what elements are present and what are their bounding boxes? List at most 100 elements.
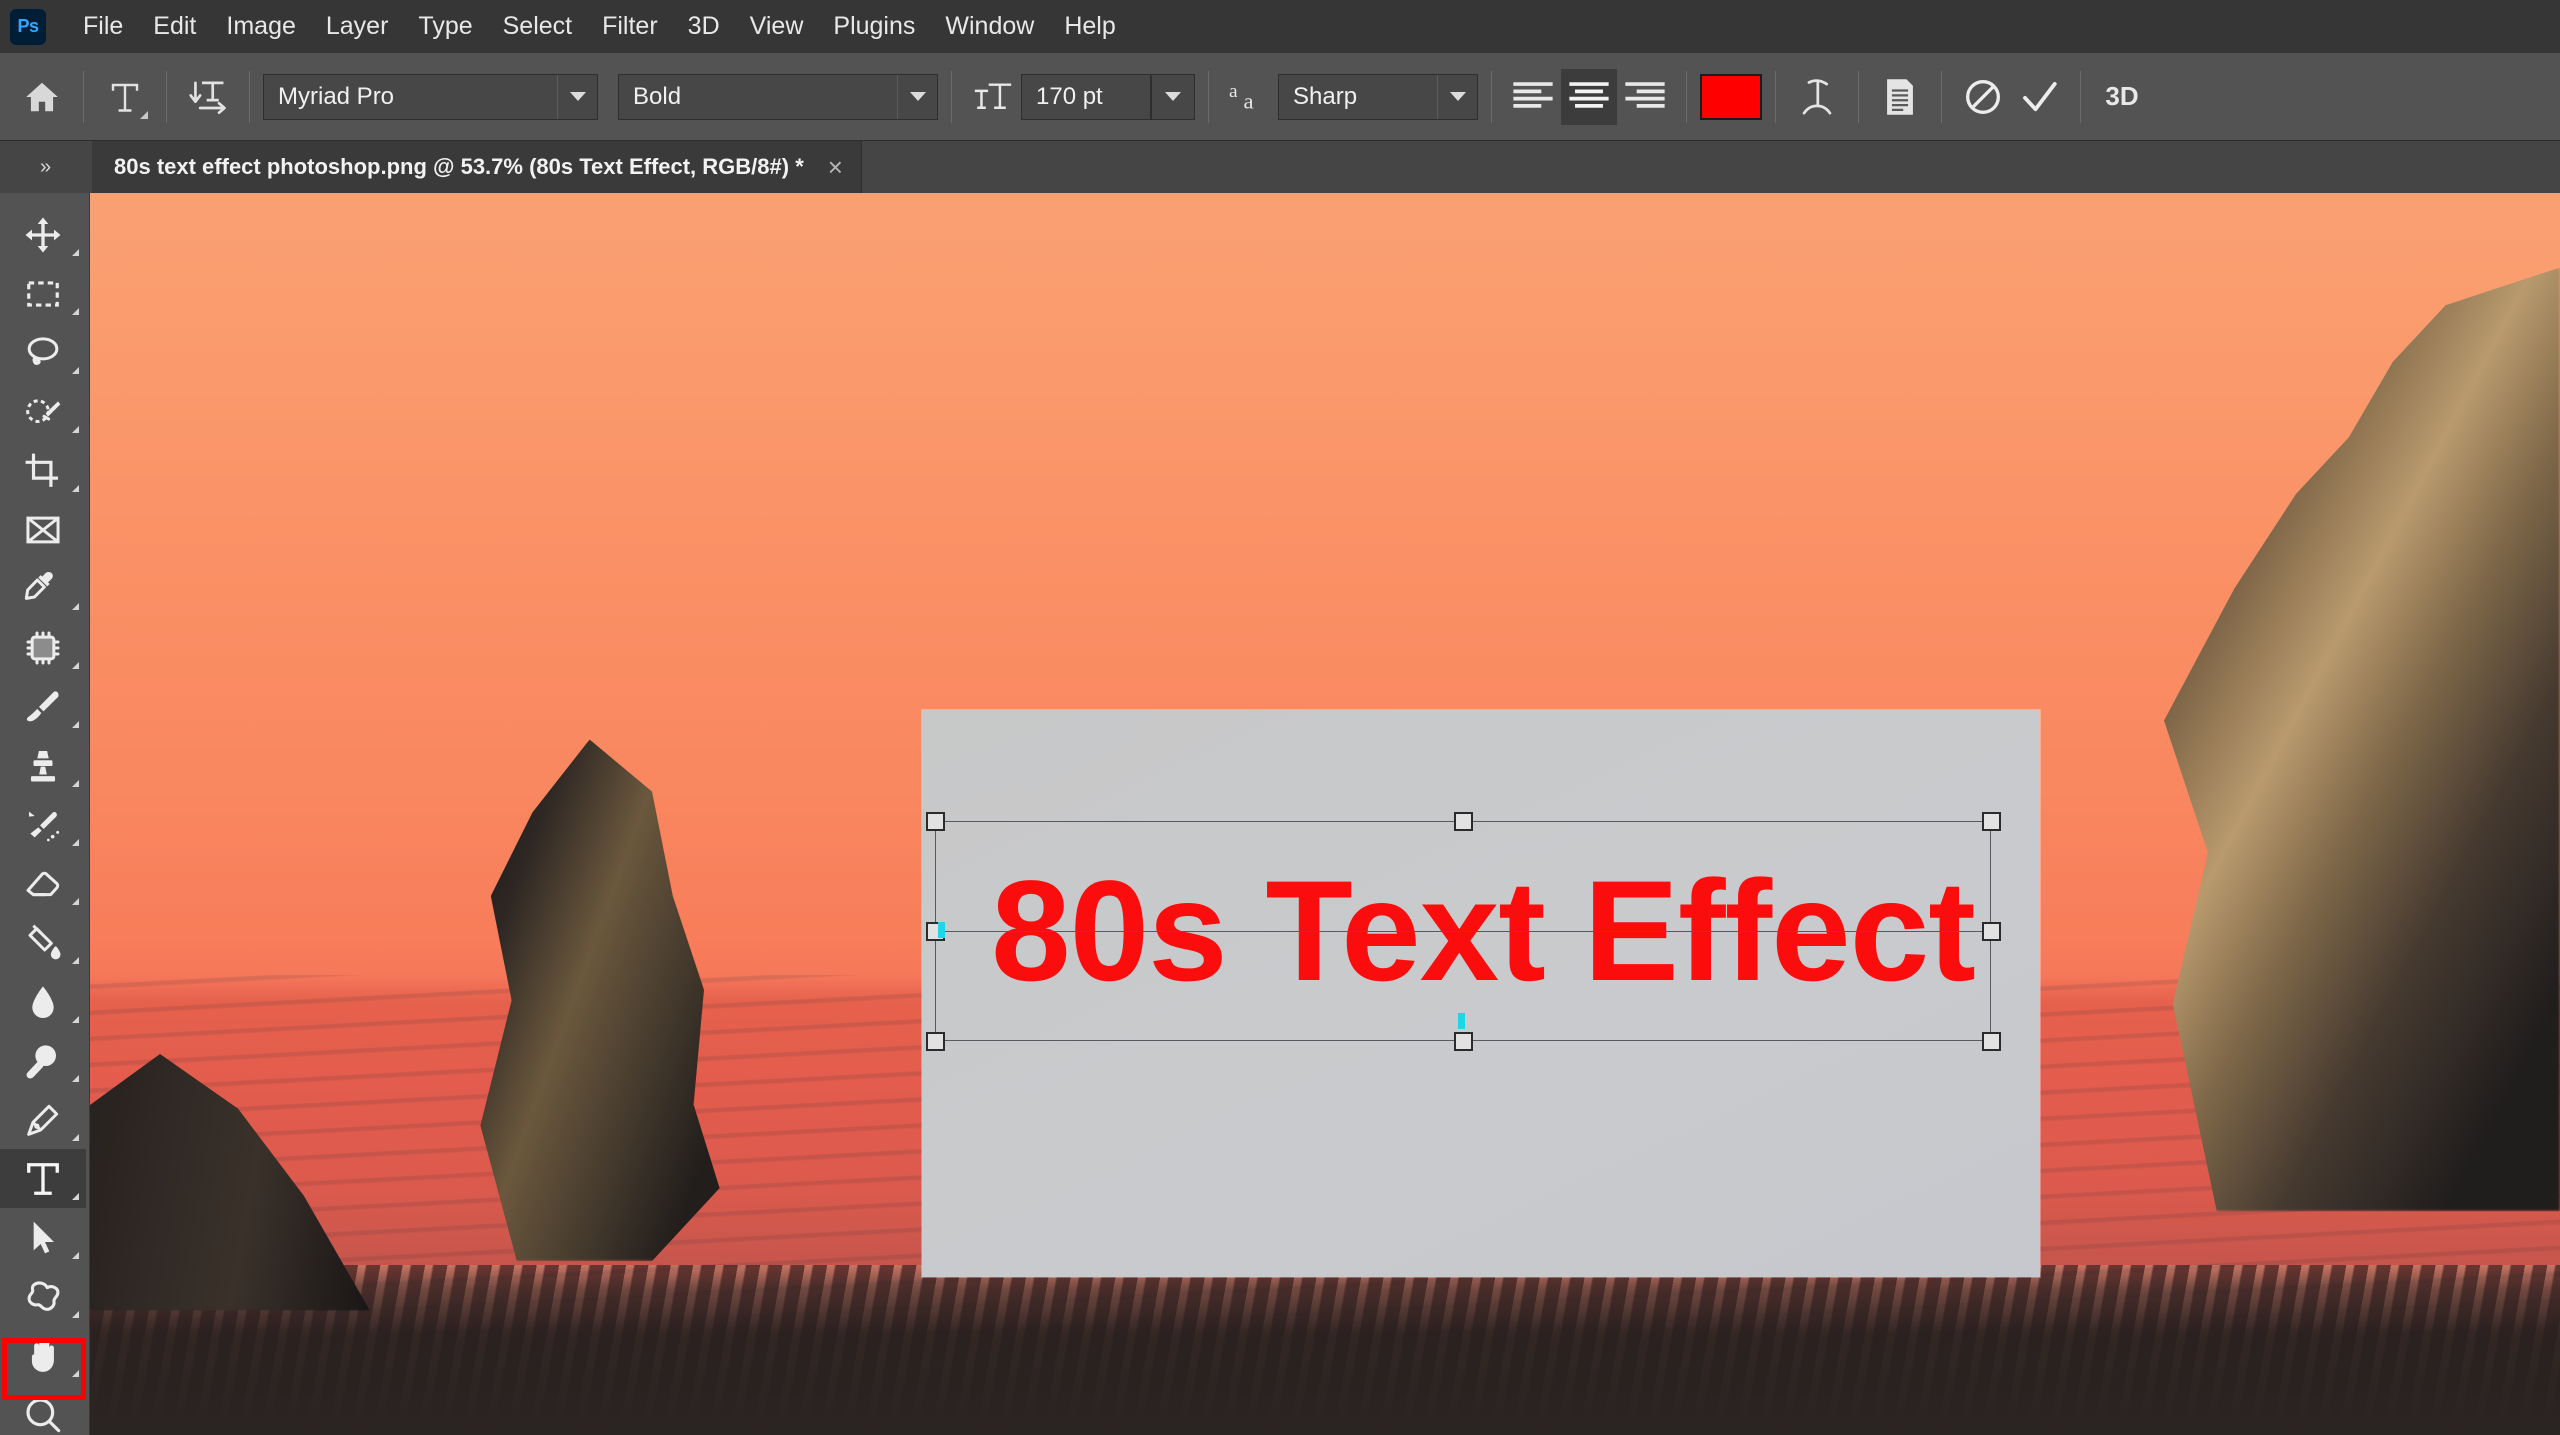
options-separator xyxy=(2080,70,2081,123)
font-style-dropdown-arrow[interactable] xyxy=(897,74,937,119)
cancel-edits-icon[interactable] xyxy=(1955,69,2011,125)
flyout-triangle-icon xyxy=(72,1252,79,1259)
options-separator xyxy=(166,70,167,123)
eraser-tool[interactable] xyxy=(0,854,86,913)
options-separator xyxy=(83,70,84,123)
horizontal-type-tool[interactable] xyxy=(0,1149,86,1208)
path-selection-tool[interactable] xyxy=(0,1208,86,1267)
lasso-tool[interactable] xyxy=(0,323,86,382)
anti-aliasing-value: Sharp xyxy=(1293,82,1358,110)
zoom-tool[interactable] xyxy=(0,1385,86,1435)
font-style-value: Bold xyxy=(633,82,682,110)
transform-handle-top-right[interactable] xyxy=(1981,811,2001,831)
font-family-value: Myriad Pro xyxy=(278,82,395,110)
flyout-triangle-icon xyxy=(72,308,79,315)
canvas-workspace[interactable]: 80s Text Effect xyxy=(90,193,2560,1435)
flyout-triangle-icon xyxy=(72,662,79,669)
gradient-tool[interactable] xyxy=(0,913,86,972)
eyedropper-tool[interactable] xyxy=(0,559,86,618)
brush-tool[interactable] xyxy=(0,677,86,736)
menu-item-image[interactable]: Image xyxy=(211,8,310,45)
photoshop-window: Ps File Edit Image Layer Type Select Fil… xyxy=(0,0,2560,1435)
options-separator xyxy=(1491,70,1492,123)
transform-handle-bottom-center[interactable] xyxy=(1453,1031,1473,1051)
text-color-swatch[interactable] xyxy=(1700,73,1762,120)
clone-stamp-tool[interactable] xyxy=(0,736,86,795)
menu-item-type[interactable]: Type xyxy=(403,8,487,45)
options-separator xyxy=(249,70,250,123)
character-paragraph-panels-icon[interactable] xyxy=(1872,69,1928,125)
font-family-input[interactable]: Myriad Pro xyxy=(263,73,598,120)
align-left-icon[interactable] xyxy=(1505,69,1561,125)
transform-handle-top-left[interactable] xyxy=(925,811,945,831)
flyout-triangle-icon xyxy=(140,110,148,119)
panel-expand-toggle[interactable]: » xyxy=(0,141,90,193)
transform-handle-top-center[interactable] xyxy=(1453,811,1473,831)
menu-item-file[interactable]: File xyxy=(68,8,138,45)
toggle-text-orientation-icon[interactable] xyxy=(180,69,236,125)
spot-healing-brush-tool[interactable] xyxy=(0,618,86,677)
menu-item-window[interactable]: Window xyxy=(930,8,1049,45)
home-icon[interactable] xyxy=(14,69,70,125)
flyout-triangle-icon xyxy=(72,1075,79,1082)
move-tool[interactable] xyxy=(0,205,86,264)
options-separator xyxy=(951,70,952,123)
align-center-icon[interactable] xyxy=(1561,68,1617,125)
flyout-triangle-icon xyxy=(72,721,79,728)
flyout-triangle-icon xyxy=(72,839,79,846)
blur-tool[interactable] xyxy=(0,972,86,1031)
flyout-triangle-icon xyxy=(72,367,79,374)
object-selection-tool[interactable] xyxy=(0,382,86,441)
font-style-input[interactable]: Bold xyxy=(618,73,938,120)
rectangular-marquee-tool[interactable] xyxy=(0,264,86,323)
svg-text:a: a xyxy=(1244,88,1254,113)
hand-tool[interactable] xyxy=(0,1326,86,1385)
align-right-icon[interactable] xyxy=(1617,69,1673,125)
flyout-triangle-icon xyxy=(72,957,79,964)
type-tool-preset-icon[interactable] xyxy=(97,69,153,125)
flyout-triangle-icon xyxy=(72,426,79,433)
rocky-shore xyxy=(90,1265,2560,1435)
menu-bar: Ps File Edit Image Layer Type Select Fil… xyxy=(0,0,2560,53)
custom-shape-tool[interactable] xyxy=(0,1267,86,1326)
document-tab[interactable]: 80s text effect photoshop.png @ 53.7% (8… xyxy=(92,141,862,193)
menu-item-plugins[interactable]: Plugins xyxy=(818,8,930,45)
commit-edits-icon[interactable] xyxy=(2011,69,2067,125)
anti-aliasing-icon: a a xyxy=(1222,69,1278,125)
crop-tool[interactable] xyxy=(0,441,86,500)
options-separator xyxy=(1208,70,1209,123)
menu-item-layer[interactable]: Layer xyxy=(311,8,404,45)
dodge-tool[interactable] xyxy=(0,1031,86,1090)
menu-item-help[interactable]: Help xyxy=(1049,8,1130,45)
menu-item-3d[interactable]: 3D xyxy=(673,8,735,45)
frame-tool[interactable] xyxy=(0,500,86,559)
history-brush-tool[interactable] xyxy=(0,795,86,854)
font-size-dropdown-arrow[interactable] xyxy=(1151,73,1195,120)
pen-tool[interactable] xyxy=(0,1090,86,1149)
document-tab-title: 80s text effect photoshop.png @ 53.7% (8… xyxy=(114,154,804,179)
flyout-triangle-icon xyxy=(72,603,79,610)
close-icon[interactable]: × xyxy=(828,154,843,180)
menu-item-filter[interactable]: Filter xyxy=(587,8,673,45)
transform-handle-middle-right[interactable] xyxy=(1981,921,2001,941)
photoshop-logo: Ps xyxy=(10,8,46,45)
anti-aliasing-dropdown-arrow[interactable] xyxy=(1437,74,1477,119)
flyout-triangle-icon xyxy=(72,1311,79,1318)
warp-text-icon[interactable] xyxy=(1789,69,1845,125)
font-family-dropdown-arrow[interactable] xyxy=(557,74,597,119)
font-size-input[interactable]: 170 pt xyxy=(1021,73,1151,120)
options-bar: Myriad Pro Bold 170 pt a a Sharp 3D xyxy=(0,53,2560,141)
menu-item-view[interactable]: View xyxy=(735,8,819,45)
menu-item-edit[interactable]: Edit xyxy=(138,8,211,45)
text-baseline-guide xyxy=(935,931,1991,932)
options-separator xyxy=(1686,70,1687,123)
transform-handle-bottom-right[interactable] xyxy=(1981,1031,2001,1051)
font-size-icon xyxy=(965,69,1021,125)
flyout-triangle-icon xyxy=(72,898,79,905)
three-d-button[interactable]: 3D xyxy=(2094,69,2150,125)
transform-handle-bottom-left[interactable] xyxy=(925,1031,945,1051)
document-canvas[interactable]: 80s Text Effect xyxy=(922,710,2040,1277)
menu-item-select[interactable]: Select xyxy=(488,8,587,45)
flyout-triangle-icon xyxy=(72,1016,79,1023)
anti-aliasing-select[interactable]: Sharp xyxy=(1278,73,1478,120)
